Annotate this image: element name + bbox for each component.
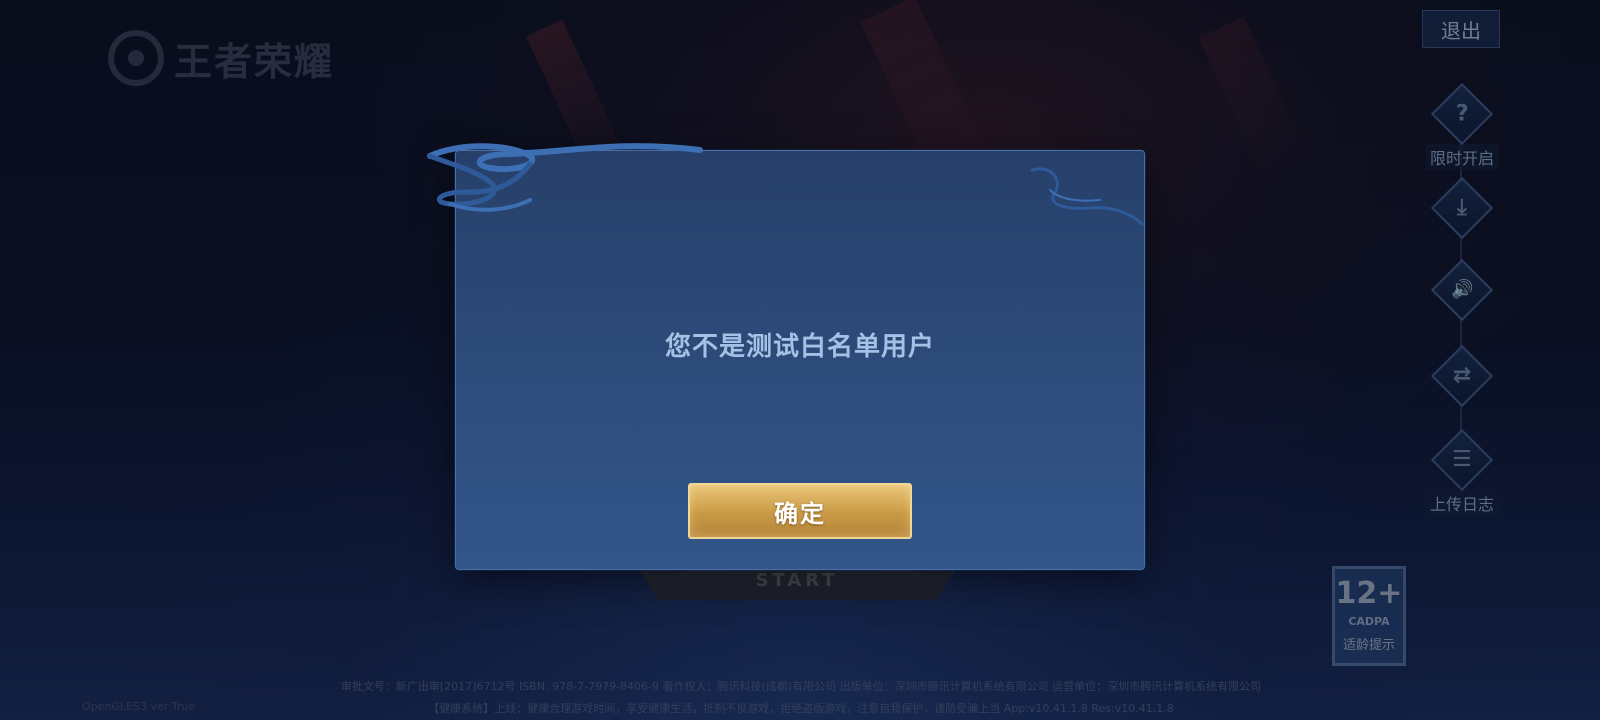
dialog-message: 您不是测试白名单用户 [664,332,935,362]
confirm-button[interactable]: 确定 [688,483,912,539]
dialog-corner-decoration [1030,167,1144,226]
dialog-swirl-decoration [427,143,703,212]
game-login-screen: 王者荣耀 退出 ? 限时开启 ⤓ 🔊 ⇄ ☰ 上传日志 START 12+ CA… [0,0,1600,720]
